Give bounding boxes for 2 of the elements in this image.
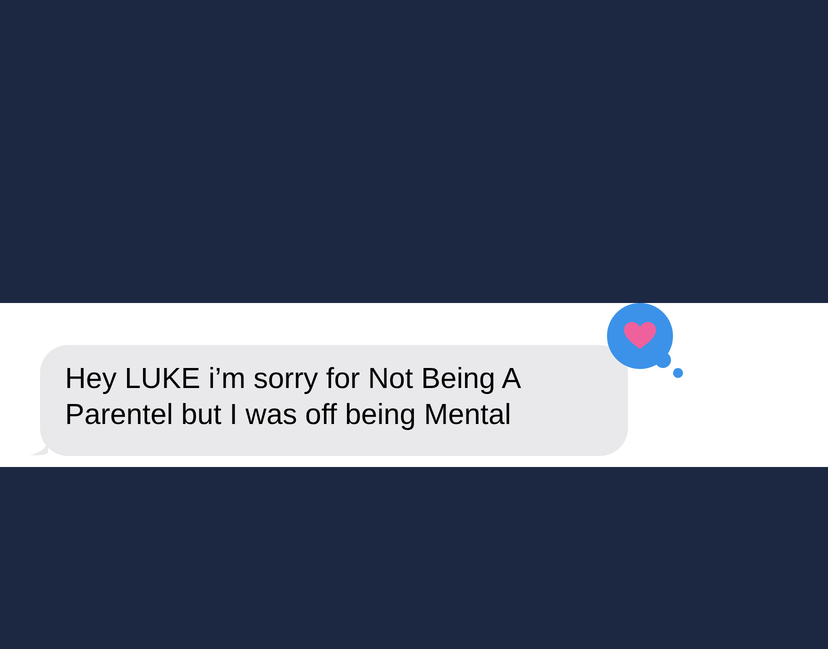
heart-reaction-icon[interactable] <box>607 303 685 380</box>
message-text: Hey LUKE i’m sorry for Not Being A Parentel but I was off being Mental <box>65 362 522 433</box>
